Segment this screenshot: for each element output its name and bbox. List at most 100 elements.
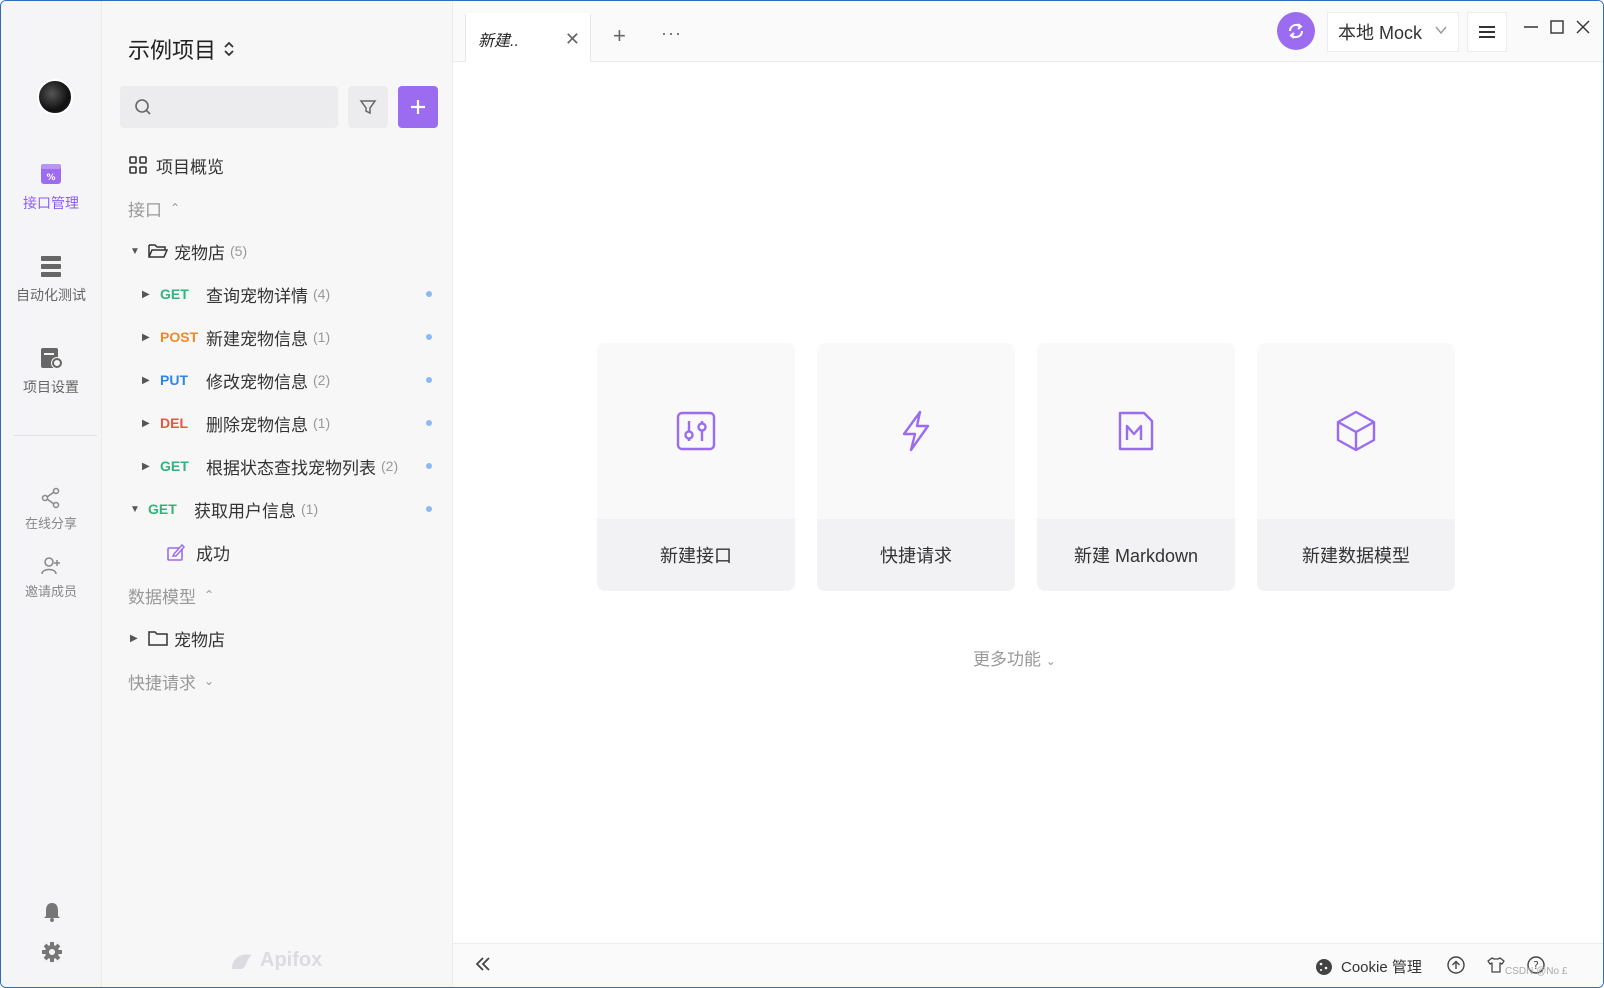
endpoint-count: (1) <box>301 501 319 517</box>
project-switcher[interactable]: 示例项目 <box>128 33 234 65</box>
invite-member-button[interactable]: 邀请成员 <box>1 555 101 600</box>
caret-right-icon: ▶ <box>142 374 150 386</box>
new-data-model-card[interactable]: 新建数据模型 <box>1257 343 1455 591</box>
rail-item-project-settings[interactable]: 项目设置 <box>1 345 101 397</box>
environment-select[interactable]: 本地 Mock <box>1327 12 1459 52</box>
endpoint-name: 删除宠物信息 <box>206 415 308 435</box>
endpoint-name: 查询宠物详情 <box>206 286 308 306</box>
more-features-label: 更多功能 <box>973 650 1041 669</box>
caret-down-icon: ▼ <box>130 503 140 515</box>
main-panel: 新建.. ✕ + ··· 本地 Mock 新建接口 快捷请求 新建 Markdo… <box>453 1 1603 987</box>
endpoint-item[interactable]: ▶ GET 查询宠物详情 (4) <box>102 276 452 312</box>
endpoint-name: 根据状态查找宠物列表 <box>206 458 376 478</box>
collapse-sidebar-icon[interactable] <box>473 954 493 974</box>
endpoint-name: 修改宠物信息 <box>206 372 308 392</box>
rail-divider <box>13 435 97 436</box>
endpoint-item[interactable]: ▶ PUT 修改宠物信息 (2) <box>102 362 452 398</box>
new-markdown-card[interactable]: 新建 Markdown <box>1037 343 1235 591</box>
gear-icon[interactable] <box>41 941 63 963</box>
cube-icon <box>1336 410 1376 452</box>
rail-item-api-management[interactable]: % 接口管理 <box>1 161 101 213</box>
method-badge: POST <box>160 329 199 345</box>
models-folder-label: 宠物店 <box>174 630 225 650</box>
endpoint-count: (4) <box>313 286 331 302</box>
project-title: 示例项目 <box>128 38 217 63</box>
hamburger-icon <box>1479 26 1495 38</box>
status-bar: Cookie 管理 ? CSDN @No £ <box>453 943 1603 987</box>
sync-button[interactable] <box>1277 12 1315 50</box>
endpoint-item[interactable]: ▶ POST 新建宠物信息 (1) <box>102 319 452 355</box>
caret-right-icon: ▶ <box>142 460 150 472</box>
cookie-manager-button[interactable]: Cookie 管理 <box>1315 956 1422 977</box>
chevron-down-icon <box>1435 26 1447 35</box>
nav-rail: % 接口管理 自动化测试 项目设置 在线分享 邀请成员 <box>1 1 102 987</box>
markdown-icon <box>1118 411 1154 451</box>
api-doc-icon <box>676 411 716 451</box>
card-icon-area <box>597 343 795 519</box>
status-dot <box>426 377 432 383</box>
chevron-up-icon: ⌃ <box>204 588 215 602</box>
share-icon <box>41 487 60 509</box>
caret-right-icon: ▶ <box>142 417 150 429</box>
new-api-card[interactable]: 新建接口 <box>597 343 795 591</box>
maximize-icon[interactable] <box>1549 19 1565 35</box>
method-badge: DEL <box>160 415 188 431</box>
minimize-icon[interactable] <box>1523 19 1539 35</box>
folder-pet-store[interactable]: ▼ 宠物店 (5) <box>102 233 452 269</box>
caret-right-icon: ▶ <box>142 288 150 300</box>
shirt-icon[interactable] <box>1487 956 1505 974</box>
filter-button[interactable] <box>348 86 388 128</box>
endpoint-item[interactable]: ▶ GET 根据状态查找宠物列表 (2) <box>102 448 452 484</box>
cookie-icon <box>1316 958 1332 975</box>
project-overview-item[interactable]: 项目概览 <box>102 147 452 183</box>
folder-open-icon <box>148 244 168 258</box>
add-user-icon <box>41 557 60 575</box>
watermark: CSDN @No £ <box>1505 966 1568 977</box>
close-icon[interactable]: ✕ <box>565 29 580 50</box>
brand-logo: Apifox <box>230 949 322 972</box>
test-icon <box>41 256 61 277</box>
more-tabs-button[interactable]: ··· <box>661 23 682 44</box>
plus-icon <box>411 100 425 114</box>
close-window-icon[interactable] <box>1575 19 1591 35</box>
models-folder[interactable]: ▶ 宠物店 <box>102 620 452 656</box>
endpoint-count: (1) <box>313 415 331 431</box>
menu-button[interactable] <box>1467 12 1507 52</box>
brand-name: Apifox <box>260 949 323 971</box>
card-label: 快捷请求 <box>817 519 1015 591</box>
quick-section-header[interactable]: 快捷请求 ⌄ <box>102 663 452 699</box>
quick-request-card[interactable]: 快捷请求 <box>817 343 1015 591</box>
add-button[interactable] <box>398 86 438 128</box>
avatar[interactable] <box>37 79 73 115</box>
lightning-icon <box>902 410 930 452</box>
search-box[interactable] <box>120 86 338 128</box>
tab-bar: 新建.. ✕ + ··· 本地 Mock <box>453 1 1603 62</box>
status-dot <box>426 463 432 469</box>
quick-actions: 新建接口 快捷请求 新建 Markdown 新建数据模型 <box>597 343 1455 591</box>
models-section-header[interactable]: 数据模型 ⌃ <box>102 577 452 613</box>
chevron-up-icon: ⌃ <box>170 201 181 215</box>
tab-new[interactable]: 新建.. ✕ <box>465 13 591 62</box>
upload-icon[interactable] <box>1447 956 1465 974</box>
add-tab-button[interactable]: + <box>613 23 626 49</box>
rail-item-label: 接口管理 <box>23 195 79 211</box>
more-features-toggle[interactable]: 更多功能 ⌄ <box>973 645 1056 670</box>
api-section-header[interactable]: 接口 ⌃ <box>102 190 452 226</box>
rail-item-automated-testing[interactable]: 自动化测试 <box>1 253 101 305</box>
chevron-down-icon: ⌄ <box>1045 654 1056 668</box>
endpoint-item-user[interactable]: ▼ GET 获取用户信息 (1) <box>102 491 452 527</box>
rail-item-label: 自动化测试 <box>16 287 86 303</box>
method-badge: GET <box>160 286 189 302</box>
test-case-item[interactable]: 成功 <box>102 534 452 570</box>
method-badge: GET <box>160 458 189 474</box>
bell-icon[interactable] <box>41 901 63 923</box>
case-label: 成功 <box>196 544 230 564</box>
card-label: 新建 Markdown <box>1037 519 1235 591</box>
endpoint-count: (2) <box>313 372 331 388</box>
svg-text:%: % <box>46 173 55 183</box>
search-input[interactable] <box>160 99 320 115</box>
invite-label: 邀请成员 <box>24 584 77 599</box>
online-share-button[interactable]: 在线分享 <box>1 487 101 532</box>
endpoint-item[interactable]: ▶ DEL 删除宠物信息 (1) <box>102 405 452 441</box>
quick-section-label: 快捷请求 <box>128 673 196 693</box>
